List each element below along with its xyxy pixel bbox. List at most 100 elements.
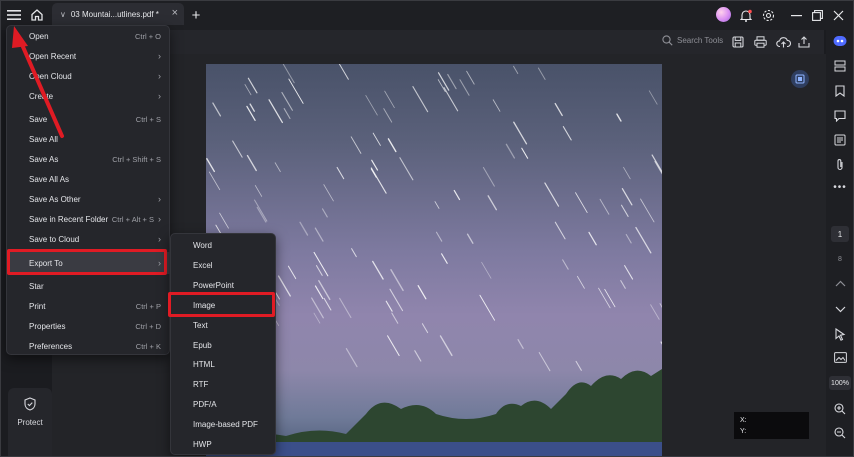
y-coordinate-label: Y: xyxy=(740,428,747,435)
submenu-item-image-based-pdf[interactable]: Image-based PDF xyxy=(171,414,277,434)
thumbnails-icon[interactable] xyxy=(826,60,854,72)
menu-item-shortcut: Ctrl + O xyxy=(134,31,161,41)
page-sync-icon[interactable] xyxy=(791,70,809,88)
menu-item-export-to[interactable]: Export To › xyxy=(7,252,171,274)
menu-item-save[interactable]: Save Ctrl + S xyxy=(7,109,171,129)
search-icon xyxy=(662,35,673,46)
menu-item-save-as[interactable]: Save As Ctrl + Shift + S xyxy=(7,149,171,169)
menu-item-label: Save All As xyxy=(29,174,70,184)
zoom-in-icon[interactable] xyxy=(826,403,854,415)
protect-card: Protect ••• xyxy=(8,388,52,457)
search-tools[interactable]: Search Tools xyxy=(662,35,723,46)
close-tab-icon[interactable]: × xyxy=(172,7,178,19)
current-page-box[interactable]: 1 xyxy=(831,226,849,242)
menu-item-properties[interactable]: Properties Ctrl + D xyxy=(7,316,171,336)
chevron-right-icon: › xyxy=(158,234,161,244)
menu-item-save-to-cloud[interactable]: Save to Cloud › xyxy=(7,229,171,249)
print-icon[interactable] xyxy=(752,34,768,50)
chevron-right-icon: › xyxy=(158,51,161,61)
menu-item-label: Open Recent xyxy=(29,51,77,61)
submenu-item-image[interactable]: Image xyxy=(171,295,277,315)
previous-page-icon[interactable] xyxy=(826,280,854,287)
menu-item-label: Properties xyxy=(29,321,66,331)
menu-item-save-all[interactable]: Save All xyxy=(7,129,171,149)
attachment-icon[interactable] xyxy=(826,158,854,171)
menu-item-label: Save in Recent Folder xyxy=(29,214,109,224)
bookmark-icon[interactable] xyxy=(826,85,854,97)
menu-item-label: Star xyxy=(29,281,44,291)
menu-item-save-as-other[interactable]: Save As Other › xyxy=(7,189,171,209)
ai-assistant-icon[interactable] xyxy=(826,35,854,47)
submenu-item-excel[interactable]: Excel xyxy=(171,255,277,275)
snapshot-icon[interactable] xyxy=(826,352,854,363)
protect-label[interactable]: Protect xyxy=(8,418,52,427)
cloud-upload-icon[interactable] xyxy=(774,34,792,50)
tab-title: 03 Mountai...utlines.pdf * xyxy=(70,9,159,19)
chevron-right-icon: › xyxy=(158,214,161,224)
menu-item-label: Export To xyxy=(29,258,63,268)
menu-item-label: Create xyxy=(29,91,54,101)
submenu-item-text[interactable]: Text xyxy=(171,315,277,335)
menu-item-star[interactable]: Star xyxy=(7,276,171,296)
menu-item-shortcut: Ctrl + Alt + S xyxy=(111,214,154,224)
share-upload-icon[interactable] xyxy=(796,34,812,50)
minimize-icon[interactable] xyxy=(788,6,804,24)
submenu-item-powerpoint[interactable]: PowerPoint xyxy=(171,275,277,295)
form-fields-icon[interactable] xyxy=(826,134,854,146)
chevron-right-icon: › xyxy=(158,91,161,101)
chevron-down-icon[interactable]: ∨ xyxy=(60,10,66,19)
document-tab[interactable]: ∨ 03 Mountai...utlines.pdf * × xyxy=(52,3,184,25)
menu-item-shortcut: Ctrl + Shift + S xyxy=(112,154,161,164)
submenu-item-epub[interactable]: Epub xyxy=(171,335,277,355)
search-tools-label: Search Tools xyxy=(677,36,724,45)
menu-item-create[interactable]: Create › xyxy=(7,86,171,106)
menu-item-open[interactable]: Open Ctrl + O xyxy=(7,26,171,46)
chevron-right-icon: › xyxy=(158,71,161,81)
menu-item-open-cloud[interactable]: Open Cloud › xyxy=(7,66,171,86)
zoom-level[interactable]: 100% xyxy=(829,376,851,390)
menu-item-preferences[interactable]: Preferences Ctrl + K xyxy=(7,336,171,356)
avatar[interactable] xyxy=(716,7,731,22)
comment-icon[interactable] xyxy=(826,110,854,122)
submenu-item-rtf[interactable]: RTF xyxy=(171,374,277,394)
menu-item-shortcut: Ctrl + S xyxy=(135,114,161,124)
notification-bell-icon[interactable] xyxy=(738,6,754,24)
menu-item-print[interactable]: Print Ctrl + P xyxy=(7,296,171,316)
x-coordinate-label: X: xyxy=(740,417,747,424)
coordinate-readout: X: Y: xyxy=(734,412,809,439)
submenu-item-pdfa[interactable]: PDF/A xyxy=(171,394,277,414)
shield-icon[interactable] xyxy=(22,396,38,412)
more-panels-icon[interactable]: ••• xyxy=(826,182,854,193)
export-to-submenu: Word Excel PowerPoint Image Text Epub HT… xyxy=(170,233,276,455)
menu-item-label: Save to Cloud xyxy=(29,234,80,244)
more-options-icon[interactable]: ••• xyxy=(8,452,52,457)
file-menu: Open Ctrl + O Open Recent › Open Cloud › Cr… xyxy=(6,25,171,356)
total-pages: 8 xyxy=(838,256,842,263)
menu-item-save-in-recent-folder[interactable]: Save in Recent Folder Ctrl + Alt + S › xyxy=(7,209,171,229)
menu-item-shortcut: Ctrl + D xyxy=(135,321,161,331)
restore-window-icon[interactable] xyxy=(809,6,825,24)
menu-item-open-recent[interactable]: Open Recent › xyxy=(7,46,171,66)
next-page-icon[interactable] xyxy=(826,306,854,313)
menu-item-shortcut: Ctrl + K xyxy=(135,341,161,351)
select-cursor-icon[interactable] xyxy=(826,328,854,341)
home-icon[interactable] xyxy=(28,6,46,24)
zoom-out-icon[interactable] xyxy=(826,427,854,439)
hamburger-menu-icon[interactable] xyxy=(6,7,22,23)
settings-gear-icon[interactable] xyxy=(760,6,776,24)
submenu-item-word[interactable]: Word xyxy=(171,235,277,255)
close-window-icon[interactable] xyxy=(830,6,846,24)
menu-item-label: Open Cloud xyxy=(29,71,72,81)
menu-item-label: Preferences xyxy=(29,341,73,351)
chevron-right-icon: › xyxy=(158,258,161,268)
menu-item-label: Print xyxy=(29,301,46,311)
submenu-item-hwp[interactable]: HWP xyxy=(171,434,277,454)
save-disk-icon[interactable] xyxy=(730,34,746,50)
submenu-item-html[interactable]: HTML xyxy=(171,354,277,374)
menu-item-label: Save As Other xyxy=(29,194,81,204)
menu-item-label: Save As xyxy=(29,154,59,164)
new-tab-plus-icon[interactable]: + xyxy=(188,6,204,24)
menu-item-label: Open xyxy=(29,31,49,41)
menu-item-label: Save All xyxy=(29,134,58,144)
menu-item-save-all-as[interactable]: Save All As xyxy=(7,169,171,189)
